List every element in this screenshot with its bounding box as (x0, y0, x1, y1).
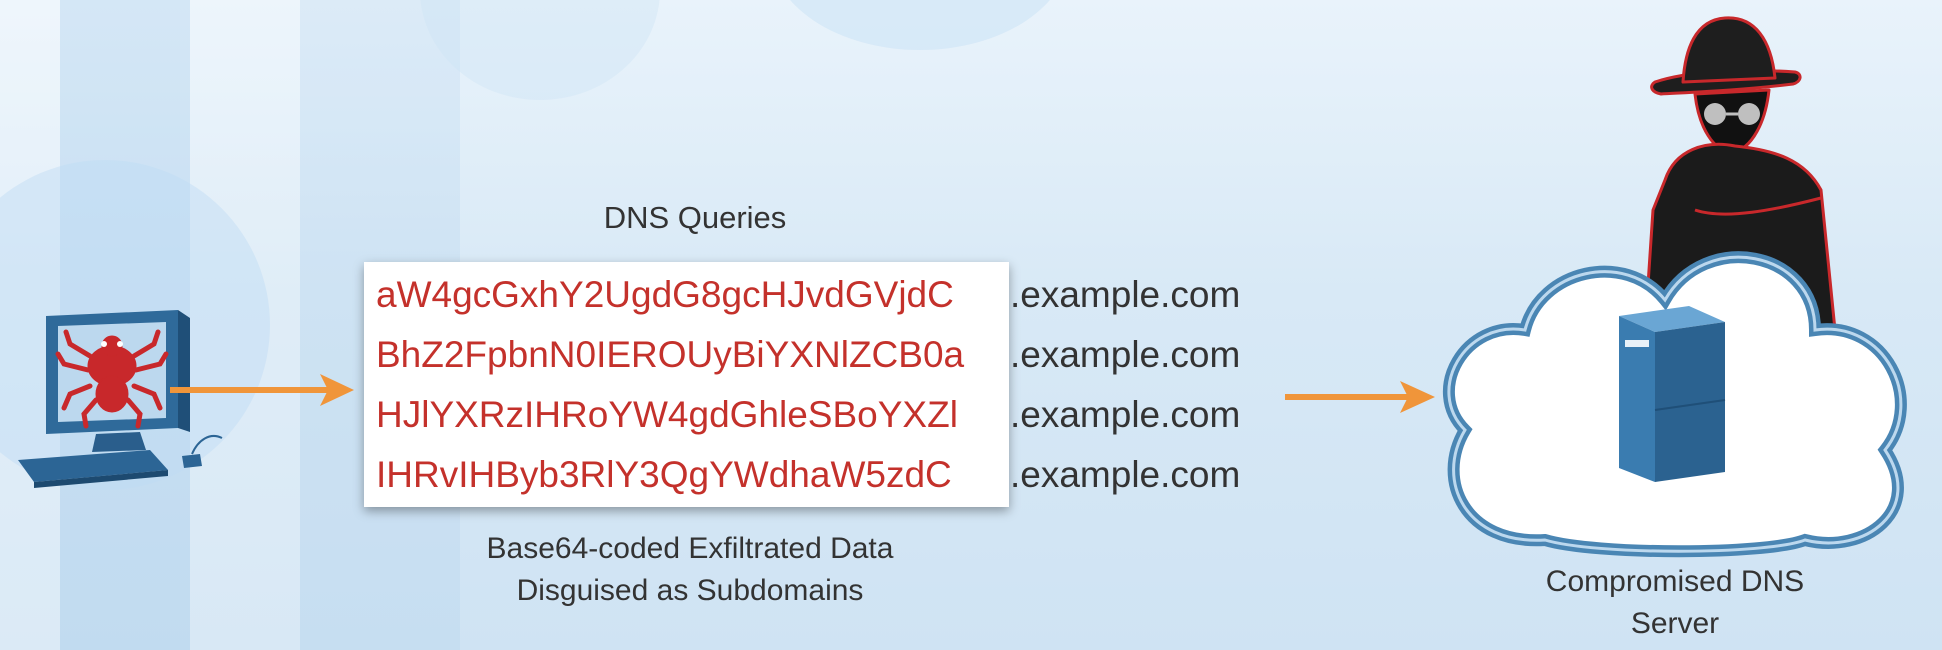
query-row: HJlYXRzIHRoYW4gdGhleSBoYXZl .example.com (376, 385, 1276, 445)
arrow-queries-to-server (1285, 381, 1435, 413)
query-domain: .example.com (1010, 454, 1241, 495)
glasses-right (1738, 103, 1760, 125)
server-icon (1619, 306, 1726, 482)
glasses-left (1704, 103, 1726, 125)
query-domain: .example.com (1010, 334, 1241, 375)
encoded-subdomain: aW4gcGxhY2UgdG8gcHJvdGVjdC (376, 274, 954, 315)
query-domain: .example.com (1010, 274, 1241, 315)
caption-line: Server (1630, 607, 1720, 640)
encoded-subdomain: HJlYXRzIHRoYW4gdGhleSBoYXZl (376, 394, 958, 435)
query-row: BhZ2FpbnN0IEROUyBiYXNlZCB0a .example.com (376, 325, 1276, 385)
caption-line: Base64-coded Exfiltrated Data (486, 532, 894, 565)
query-row: IHRvIHByb3RlY3QgYWdhaW5zdC .example.com (376, 445, 1276, 505)
caption-line: Compromised DNS (1545, 565, 1805, 598)
encoded-subdomain: IHRvIHByb3RlY3QgYWdhaW5zdC (376, 454, 952, 495)
arrow-computer-to-queries (170, 374, 354, 406)
mouse (182, 435, 223, 468)
dns-exfiltration-diagram: DNS Queries aW4gcGxhY2UgdG8gcHJvdGVjdC .… (0, 0, 1942, 650)
background-bubble (770, 0, 1070, 50)
keyboard (18, 450, 168, 488)
query-row: aW4gcGxhY2UgdG8gcHJvdGVjdC .example.com (376, 265, 1276, 325)
compromised-server-caption: Compromised DNS Server (1475, 561, 1875, 645)
exfiltrated-data-caption: Base64-coded Exfiltrated Data Disguised … (400, 528, 980, 612)
dns-queries-title: DNS Queries (603, 200, 787, 235)
encoded-subdomain: BhZ2FpbnN0IEROUyBiYXNlZCB0a (376, 334, 965, 375)
caption-line: Disguised as Subdomains (516, 574, 864, 607)
query-domain: .example.com (1010, 394, 1241, 435)
